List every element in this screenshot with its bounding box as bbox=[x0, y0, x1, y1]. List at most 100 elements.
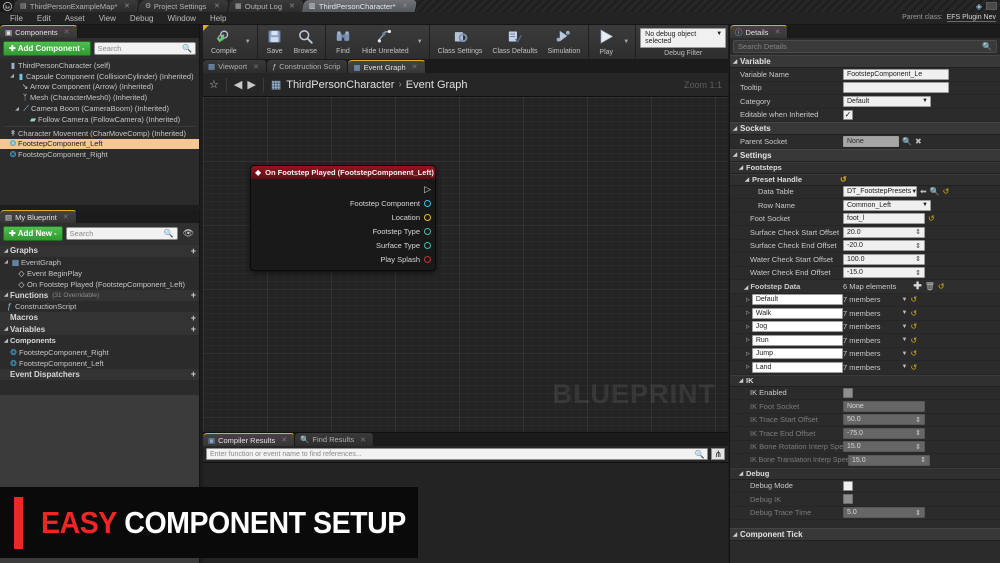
window-tab-project-settings[interactable]: ⚙ Project Settings ✕ bbox=[137, 0, 231, 12]
close-icon[interactable]: ✕ bbox=[774, 28, 780, 36]
save-button[interactable]: Save bbox=[261, 25, 289, 59]
use-selected-icon[interactable]: ⬅ bbox=[920, 187, 927, 196]
ik-enabled-checkbox[interactable] bbox=[843, 387, 853, 398]
tree-row-mesh[interactable]: ᛉ Mesh (CharacterMesh0) (Inherited) bbox=[0, 92, 199, 103]
section-header-preset-handle[interactable]: ◢ Preset Handle ↺ bbox=[730, 173, 1000, 186]
map-key-field[interactable]: Jump bbox=[751, 348, 843, 360]
breadcrumb-root[interactable]: ThirdPersonCharacter bbox=[286, 79, 394, 91]
surface-check-end-offset-field[interactable]: -20.0 ⇕ bbox=[843, 240, 925, 252]
find-references-input[interactable]: Enter function or event name to find ref… bbox=[206, 448, 709, 460]
reset-arrow-icon[interactable]: ↺ bbox=[928, 214, 935, 223]
tree-row-self[interactable]: ▮ ThirdPersonCharacter (self) bbox=[0, 60, 199, 71]
reset-arrow-icon[interactable]: ↺ bbox=[910, 309, 917, 318]
window-tab-thirdpersoncharacter[interactable]: ▥ ThirdPersonCharacter* ✕ bbox=[302, 0, 419, 12]
expander-icon[interactable]: ◢ bbox=[744, 285, 748, 291]
find-button[interactable]: Find bbox=[329, 25, 357, 59]
expander-icon[interactable]: ◢ bbox=[2, 292, 10, 298]
pin-dot-icon[interactable] bbox=[424, 241, 431, 249]
reset-arrow-icon[interactable]: ↺ bbox=[910, 322, 917, 331]
expander-icon[interactable]: ◢ bbox=[730, 59, 740, 65]
find-all-icon[interactable]: ⋔ bbox=[711, 448, 725, 460]
reset-arrow-icon[interactable]: ↺ bbox=[943, 187, 950, 196]
node-pin-location[interactable]: Location bbox=[251, 210, 435, 224]
surface-check-start-offset-field[interactable]: 20.0 ⇕ bbox=[843, 226, 925, 238]
tab-construction-script[interactable]: ƒ Construction Scrip bbox=[267, 60, 349, 73]
tab-components[interactable]: ▣ Components ✕ bbox=[0, 25, 78, 38]
class-defaults-button[interactable]: Class Defaults bbox=[487, 25, 542, 59]
node-pin-footstep-component[interactable]: Footstep Component bbox=[251, 196, 435, 210]
water-check-start-offset-field[interactable]: 100.0 ⇕ bbox=[843, 253, 925, 265]
tree-row-follow-camera[interactable]: ▰ Follow Camera (FollowCamera) (Inherite… bbox=[0, 114, 199, 125]
expander-icon[interactable]: ◢ bbox=[730, 532, 740, 538]
spinner-icon[interactable]: ⇕ bbox=[915, 242, 921, 250]
components-search-input[interactable]: Search 🔍 bbox=[93, 42, 196, 55]
item-footstep-right[interactable]: ❂ FootstepComponent_Right bbox=[0, 347, 199, 358]
node-pin-exec[interactable]: ▷ bbox=[251, 182, 435, 196]
expander-icon[interactable]: ◢ bbox=[2, 326, 10, 332]
add-function-button[interactable]: + bbox=[191, 290, 196, 300]
chevron-down-icon[interactable]: ▼ bbox=[902, 364, 908, 370]
add-new-button[interactable]: ✚ Add New - bbox=[3, 226, 63, 241]
tab-my-blueprint[interactable]: ▤ My Blueprint ✕ bbox=[0, 210, 77, 223]
tab-viewport[interactable]: ▦ Viewport ✕ bbox=[203, 60, 268, 73]
category-variables[interactable]: ◢ Variables + bbox=[0, 323, 199, 335]
tree-row-arrow[interactable]: ↘ Arrow Component (Arrow) (Inherited) bbox=[0, 82, 199, 93]
item-event-beginplay[interactable]: ◇ Event BeginPlay bbox=[0, 268, 199, 279]
reset-arrow-icon[interactable]: ↺ bbox=[910, 349, 917, 358]
chevron-down-icon[interactable]: ▼ bbox=[902, 324, 908, 330]
close-icon[interactable]: ✕ bbox=[214, 2, 220, 10]
close-icon[interactable]: ✕ bbox=[124, 2, 130, 10]
category-event-dispatchers[interactable]: ◢ Event Dispatchers + bbox=[0, 368, 199, 380]
foot-socket-field[interactable]: foot_l bbox=[843, 213, 925, 225]
reset-arrow-icon[interactable]: ↺ bbox=[840, 175, 847, 184]
spinner-icon[interactable]: ⇕ bbox=[915, 269, 921, 277]
expander-icon[interactable]: ▷ bbox=[746, 324, 750, 330]
search-icon[interactable]: 🔍 bbox=[902, 137, 912, 146]
close-icon[interactable]: ✕ bbox=[288, 2, 294, 10]
breadcrumb-leaf[interactable]: Event Graph bbox=[406, 79, 468, 91]
spinner-icon[interactable]: ⇕ bbox=[915, 255, 921, 263]
chevron-down-icon[interactable]: ▼ bbox=[902, 351, 908, 357]
map-key-field[interactable]: Run bbox=[751, 334, 843, 346]
item-eventgraph[interactable]: ◢ ▦ EventGraph bbox=[0, 257, 199, 268]
close-icon[interactable]: ✕ bbox=[360, 436, 366, 444]
add-element-icon[interactable]: ✚ bbox=[913, 281, 921, 292]
chevron-down-icon[interactable]: ▼ bbox=[902, 337, 908, 343]
forward-arrow-icon[interactable]: ▶ bbox=[247, 78, 255, 91]
chevron-down-icon[interactable]: ▼ bbox=[902, 310, 908, 316]
pin-dot-icon[interactable] bbox=[424, 199, 431, 207]
delete-icon[interactable]: 🗑 bbox=[925, 282, 935, 291]
simulation-button[interactable]: Simulation bbox=[543, 25, 586, 59]
reset-arrow-icon[interactable]: ↺ bbox=[910, 336, 917, 345]
menu-window[interactable]: Window bbox=[161, 12, 201, 25]
add-macro-button[interactable]: + bbox=[191, 313, 196, 323]
close-icon[interactable]: ✕ bbox=[253, 63, 259, 71]
blueprint-node-on-footstep-played[interactable]: ◆ On Footstep Played (FootstepComponent_… bbox=[250, 165, 436, 271]
section-header-variable[interactable]: ◢ Variable bbox=[730, 55, 1000, 68]
hide-unrelated-button[interactable]: Hide Unrelated bbox=[357, 25, 414, 59]
tree-row-camera-boom[interactable]: ◢ ⟋ Camera Boom (CameraBoom) (Inherited) bbox=[0, 103, 199, 114]
category-components[interactable]: ◢ Components bbox=[0, 335, 199, 347]
window-tab-output-log[interactable]: ▦ Output Log ✕ bbox=[227, 0, 305, 12]
search-icon[interactable]: 🔍 bbox=[694, 450, 704, 459]
reset-arrow-icon[interactable]: ↺ bbox=[938, 282, 945, 291]
expander-icon[interactable]: ◢ bbox=[2, 338, 10, 344]
close-icon[interactable]: ✕ bbox=[63, 213, 69, 221]
menu-debug[interactable]: Debug bbox=[124, 12, 160, 25]
graph-canvas[interactable]: BLUEPRINT ◆ On Footstep Played (Footstep… bbox=[203, 97, 728, 432]
close-icon[interactable]: ✕ bbox=[412, 63, 418, 71]
tab-event-graph[interactable]: ▦ Event Graph ✕ bbox=[348, 60, 426, 73]
expander-icon[interactable]: ◢ bbox=[730, 152, 740, 158]
add-component-button[interactable]: ✚ Add Component - bbox=[3, 41, 91, 56]
reset-arrow-icon[interactable]: ↺ bbox=[910, 295, 917, 304]
data-table-combo[interactable]: DT_FootstepPresets ▼ bbox=[843, 186, 917, 198]
chevron-down-icon[interactable]: ▼ bbox=[902, 297, 908, 303]
category-combo[interactable]: Default ▼ bbox=[843, 95, 931, 107]
node-pin-surface-type[interactable]: Surface Type bbox=[251, 238, 435, 252]
tree-row-capsule[interactable]: ◢ ▮ Capsule Component (CollisionCylinder… bbox=[0, 71, 199, 82]
star-icon[interactable]: ☆ bbox=[209, 78, 219, 91]
item-on-footstep-played[interactable]: ◇ On Footstep Played (FootstepComponent_… bbox=[0, 279, 199, 290]
expander-icon[interactable]: ▷ bbox=[746, 351, 750, 357]
class-settings-button[interactable]: Class Settings bbox=[433, 25, 488, 59]
section-header-ik[interactable]: ◢ IK bbox=[730, 374, 1000, 387]
